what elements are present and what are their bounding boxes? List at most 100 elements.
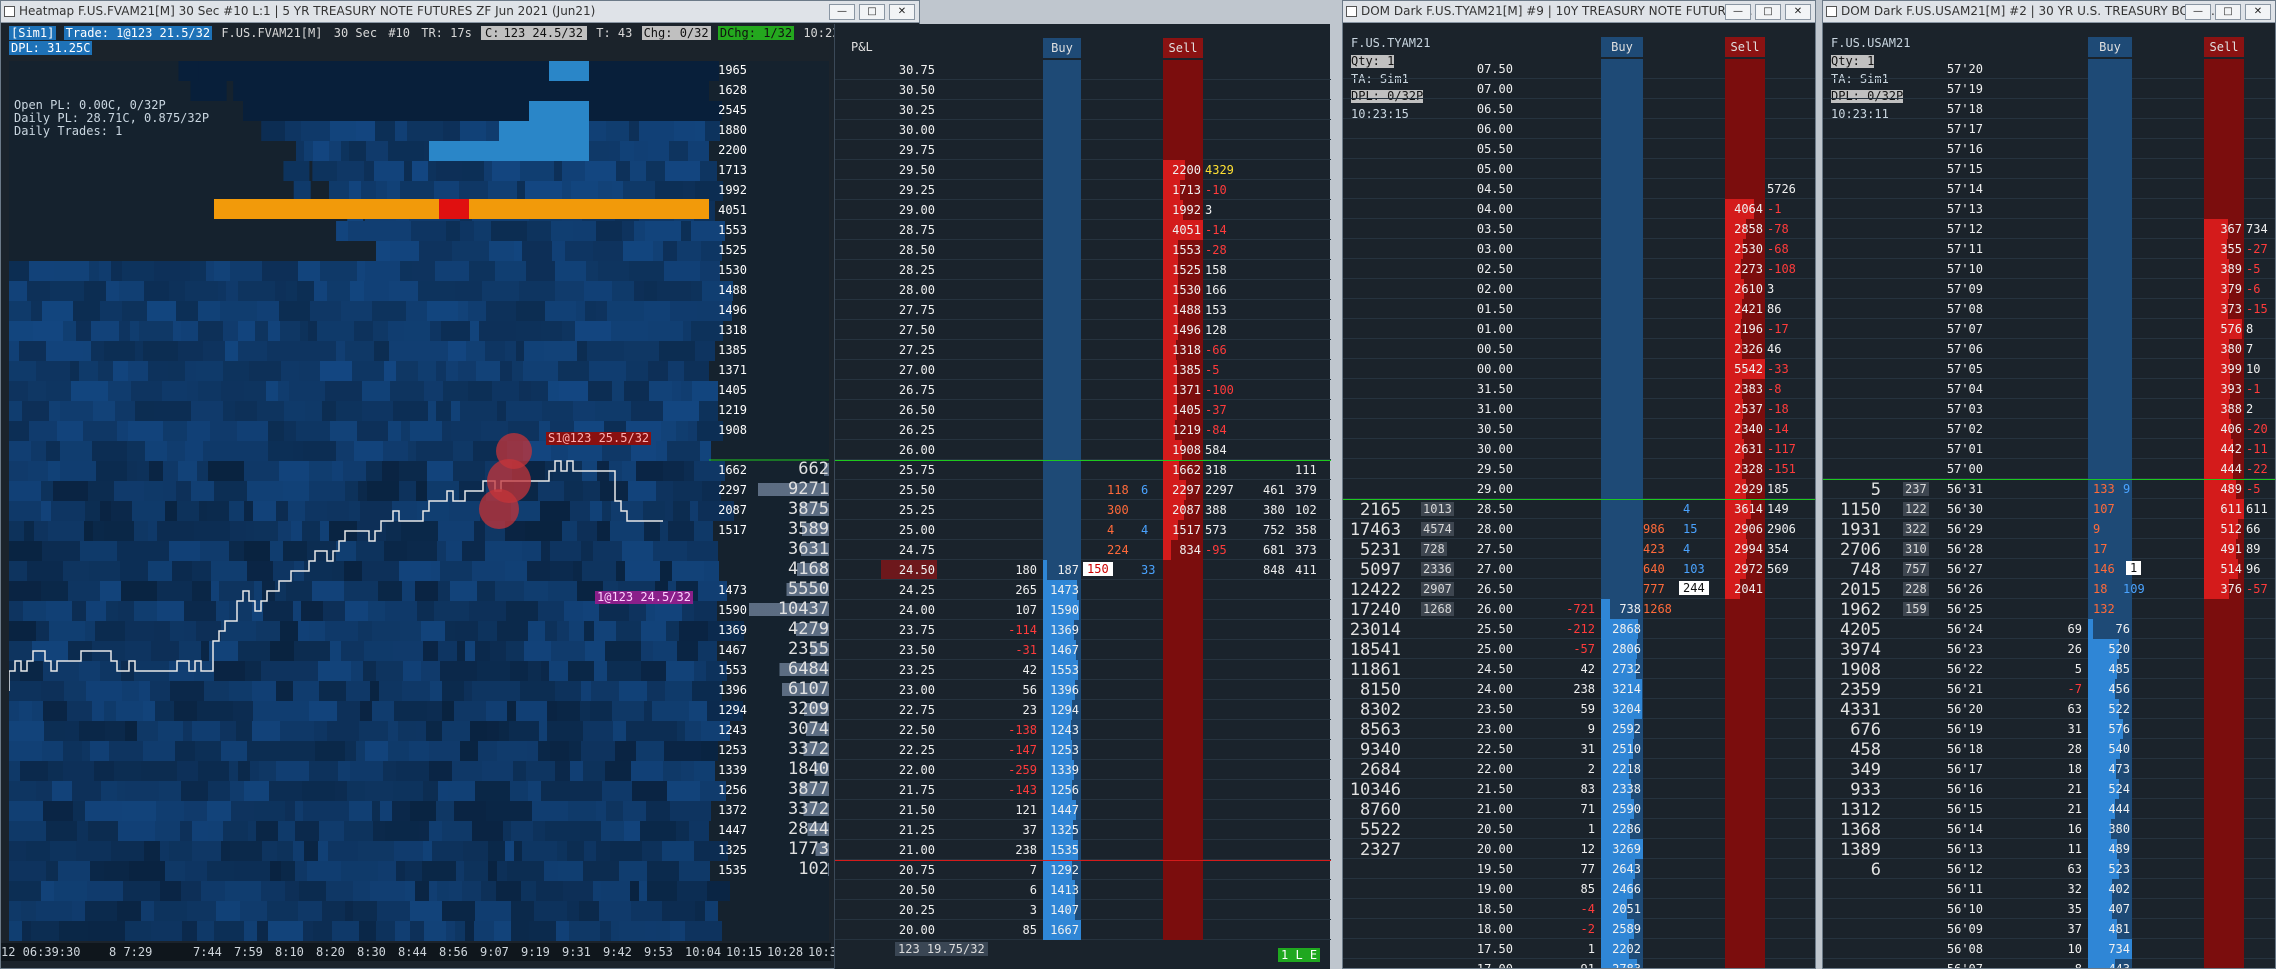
ladder-row[interactable]: 56'24 76 69 <box>1823 619 2275 639</box>
ladder-row[interactable]: 56'28 491 89 <box>1823 539 2275 559</box>
sell-cell[interactable] <box>1725 779 1765 799</box>
buy-cell[interactable] <box>2088 179 2132 199</box>
sell-cell[interactable] <box>1725 739 1765 759</box>
sell-cell[interactable] <box>1163 900 1203 920</box>
bid-qty[interactable]: 738 <box>1599 599 1641 619</box>
ladder-row[interactable]: 56'16 524 21 <box>1823 779 2275 799</box>
sell-cell[interactable] <box>1163 80 1203 100</box>
sell-cell[interactable] <box>2204 799 2244 819</box>
ladder-row[interactable]: 57'15 <box>1823 159 2275 179</box>
sell-cell[interactable] <box>1725 99 1765 119</box>
ladder-row[interactable]: 57'06 380 7 <box>1823 339 2275 359</box>
close-button[interactable]: ✕ <box>1785 4 1811 20</box>
buy-cell[interactable] <box>2088 299 2132 319</box>
bid-qty[interactable]: 489 <box>2086 839 2130 859</box>
ask-qty[interactable]: 3614 <box>1725 499 1763 519</box>
buy-header[interactable]: Buy <box>1043 38 1081 58</box>
buy-cell[interactable] <box>1601 459 1643 479</box>
ladder-row[interactable]: 26.00 1908 584 <box>835 440 1331 460</box>
ladder-row[interactable]: 01.50 2421 86 <box>1343 299 1815 319</box>
ladder-row[interactable]: 57'16 <box>1823 139 2275 159</box>
ladder-row[interactable]: 57'07 576 8 <box>1823 319 2275 339</box>
buy-cell[interactable] <box>1043 540 1081 560</box>
ask-qty[interactable]: 514 <box>2204 559 2242 579</box>
ask-qty[interactable]: 1496 <box>1163 320 1201 340</box>
sell-cell[interactable] <box>2204 199 2244 219</box>
ask-qty[interactable]: 2326 <box>1725 339 1763 359</box>
sell-cell[interactable] <box>1725 159 1765 179</box>
sell-cell[interactable] <box>2204 99 2244 119</box>
ask-qty[interactable]: 1525 <box>1163 260 1201 280</box>
sell-cell[interactable] <box>1725 179 1765 199</box>
bid-qty[interactable]: 1369 <box>1041 620 1079 640</box>
ladder-row[interactable]: 57'01 442 -11 <box>1823 439 2275 459</box>
ladder-row[interactable]: 24.25 1473 265 <box>835 580 1331 600</box>
ladder-row[interactable]: 22.25 1253 -147 <box>835 740 1331 760</box>
ask-qty[interactable]: 2340 <box>1725 419 1763 439</box>
ladder-row[interactable]: 56'07 443 8 <box>1823 959 2275 968</box>
ladder-row[interactable]: 57'10 389 -5 <box>1823 259 2275 279</box>
ladder-row[interactable]: 56'31 489 -5 <box>1823 479 2275 499</box>
ladder-row[interactable]: 20.00 1667 85 <box>835 920 1331 940</box>
buy-cell[interactable] <box>1601 119 1643 139</box>
bid-qty[interactable]: 1447 <box>1041 800 1079 820</box>
ladder-row[interactable]: 04.50 5726 <box>1343 179 1815 199</box>
bid-qty[interactable]: 1407 <box>1041 900 1079 920</box>
buy-cell[interactable] <box>1043 100 1081 120</box>
ladder-row[interactable]: 25.50 2868 -212 <box>1343 619 1815 639</box>
bid-qty[interactable]: 1667 <box>1041 920 1079 940</box>
bid-qty[interactable]: 380 <box>2086 819 2130 839</box>
ladder-row[interactable]: 30.50 2340 -14 <box>1343 419 1815 439</box>
buy-cell[interactable] <box>1601 479 1643 499</box>
ladder-row[interactable]: 30.00 <box>835 120 1331 140</box>
bid-qty[interactable]: 2218 <box>1599 759 1641 779</box>
ask-qty[interactable]: 1553 <box>1163 240 1201 260</box>
bid-qty[interactable]: 407 <box>2086 899 2130 919</box>
sell-cell[interactable] <box>1725 119 1765 139</box>
ladder-row[interactable]: 24.75 834 -95 <box>835 540 1331 560</box>
ladder-row[interactable]: 56'14 380 16 <box>1823 819 2275 839</box>
ask-qty[interactable]: 442 <box>2204 439 2242 459</box>
buy-cell[interactable] <box>1043 380 1081 400</box>
ladder-row[interactable]: 26.50 2041 <box>1343 579 1815 599</box>
buy-cell[interactable] <box>2088 279 2132 299</box>
buy-cell[interactable] <box>1043 60 1081 80</box>
ladder-row[interactable]: 57'08 373 -15 <box>1823 299 2275 319</box>
ask-qty[interactable]: 1219 <box>1163 420 1201 440</box>
ladder-row[interactable]: 27.00 1385 -5 <box>835 360 1331 380</box>
ladder-row[interactable]: 28.75 4051 -14 <box>835 220 1331 240</box>
sell-header[interactable]: Sell <box>1725 37 1765 57</box>
ladder-row[interactable]: 56'23 520 26 <box>1823 639 2275 659</box>
ladder-row[interactable]: 57'18 <box>1823 99 2275 119</box>
ladder-row[interactable]: 56'17 473 18 <box>1823 759 2275 779</box>
bid-qty[interactable]: 576 <box>2086 719 2130 739</box>
sim-tag[interactable]: [Sim1] <box>9 26 57 40</box>
buy-cell[interactable] <box>2088 319 2132 339</box>
ladder-row[interactable]: 00.00 5542 -33 <box>1343 359 1815 379</box>
sell-cell[interactable] <box>1163 800 1203 820</box>
sell-cell[interactable] <box>2204 819 2244 839</box>
buy-cell[interactable] <box>1601 59 1643 79</box>
ladder-row[interactable]: 57'00 444 -22 <box>1823 459 2275 479</box>
ladder-row[interactable]: 18.50 2051 -4 <box>1343 899 1815 919</box>
buy-cell[interactable] <box>2088 239 2132 259</box>
buy-cell[interactable] <box>2088 379 2132 399</box>
bid-qty[interactable]: 2202 <box>1599 939 1641 959</box>
sell-cell[interactable] <box>2204 839 2244 859</box>
sell-cell[interactable] <box>1163 560 1203 580</box>
bid-qty[interactable]: 734 <box>2086 939 2130 959</box>
sell-cell[interactable] <box>1163 820 1203 840</box>
ladder-row[interactable]: 57'19 <box>1823 79 2275 99</box>
ladder-row[interactable]: 56'11 402 32 <box>1823 879 2275 899</box>
ask-qty[interactable]: 367 <box>2204 219 2242 239</box>
ladder-row[interactable]: 56'26 376 -57 <box>1823 579 2275 599</box>
buy-cell[interactable] <box>2088 59 2132 79</box>
ask-qty[interactable]: 2200 <box>1163 160 1201 180</box>
buy-cell[interactable] <box>1043 120 1081 140</box>
ladder-row[interactable]: 30.75 <box>835 60 1331 80</box>
buy-cell[interactable] <box>1601 219 1643 239</box>
sell-cell[interactable] <box>2204 699 2244 719</box>
sell-header[interactable]: Sell <box>2204 37 2244 57</box>
buy-cell[interactable] <box>1601 419 1643 439</box>
buy-cell[interactable] <box>1601 179 1643 199</box>
